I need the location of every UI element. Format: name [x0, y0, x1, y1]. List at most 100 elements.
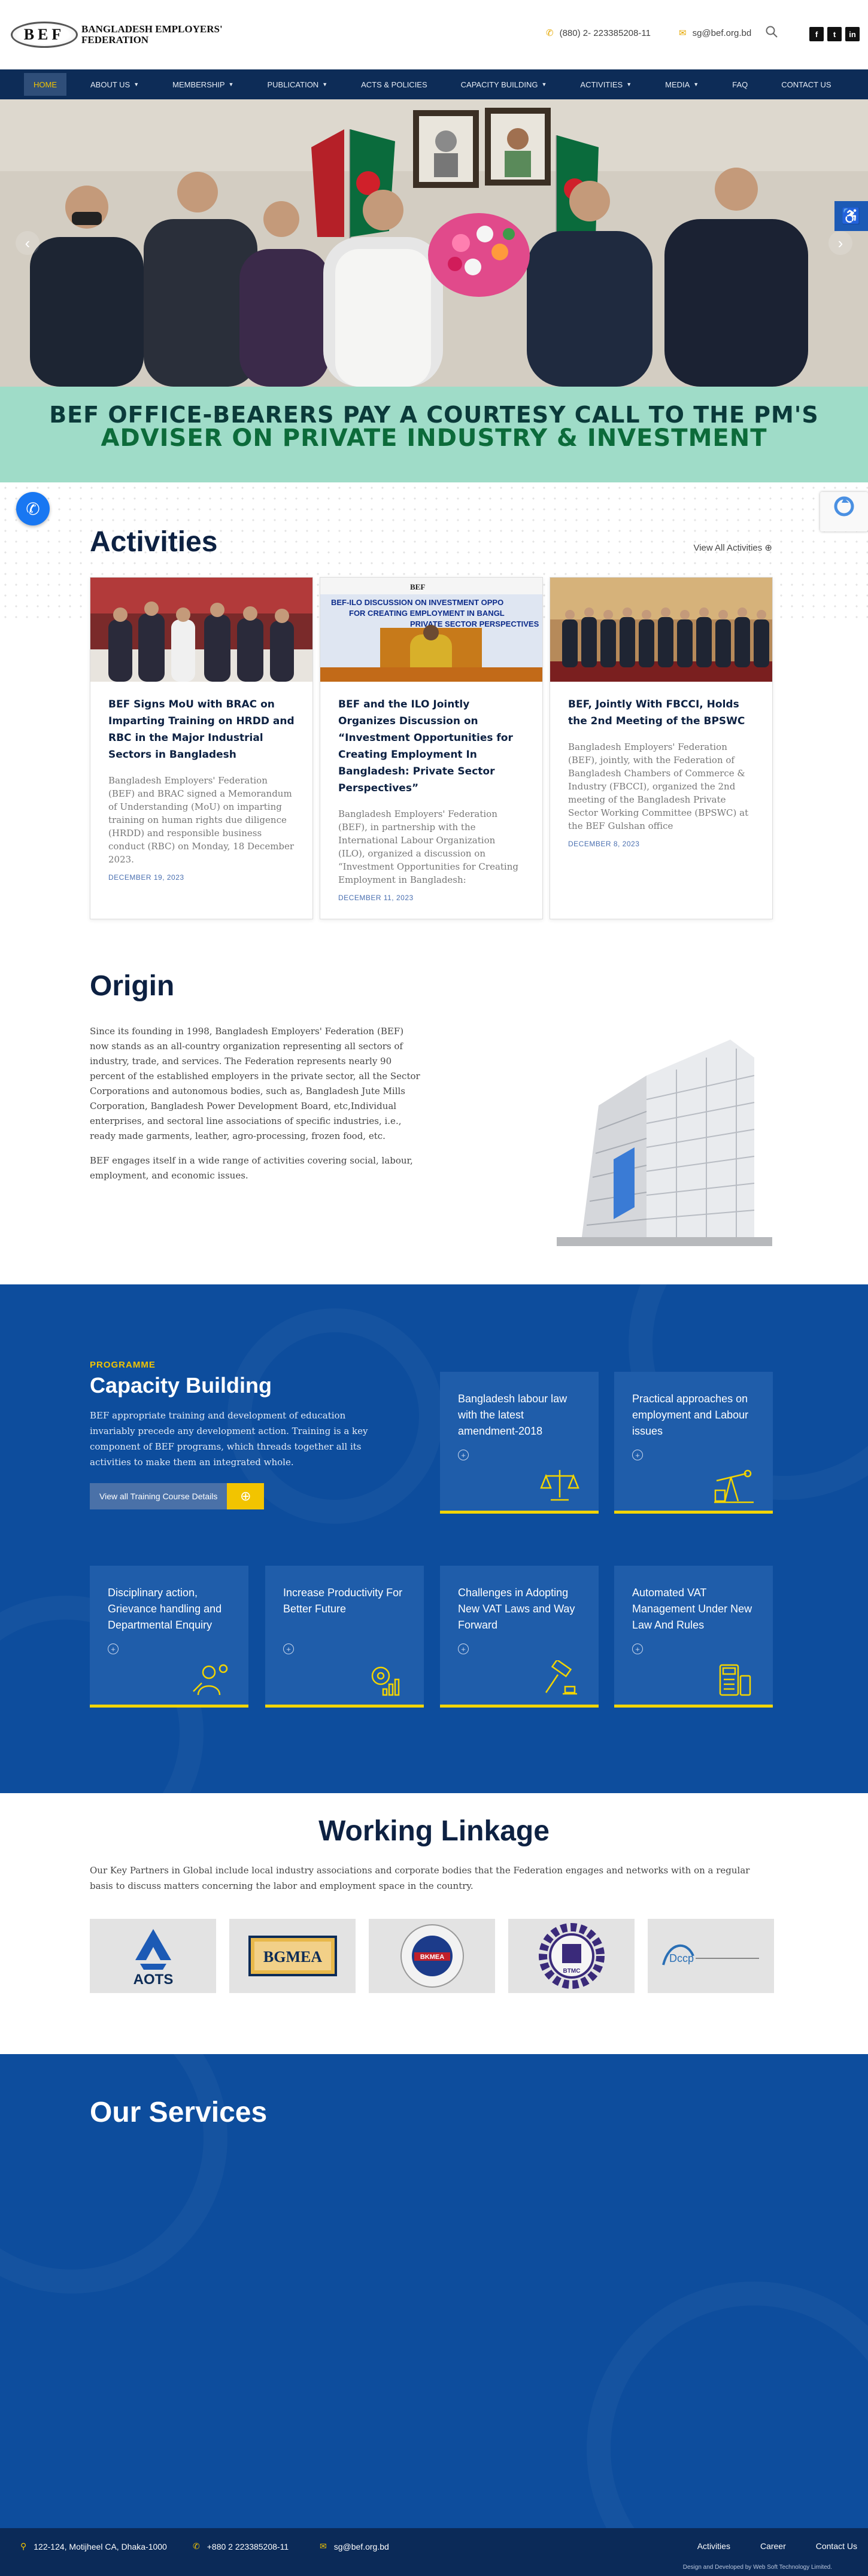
people	[30, 219, 808, 387]
nav-item-label: MEDIA	[665, 80, 690, 89]
origin-paragraph-1: Since its founding in 1998, Bangladesh E…	[90, 1026, 420, 1141]
oil-pump-icon	[714, 1469, 754, 1503]
scale-icon	[540, 1470, 579, 1501]
nav-item-activities[interactable]: ACTIVITIES ▼	[570, 73, 641, 96]
nav-item-acts-policies[interactable]: ACTS & POLICIES	[351, 73, 437, 96]
activity-card-date: DECEMBER 11, 2023	[338, 894, 414, 902]
working-linkage-title: Working Linkage	[318, 1815, 550, 1847]
svg-text:Dccp: Dccp	[669, 1952, 694, 1964]
nav-item-label: HOME	[34, 80, 57, 89]
nav-item-capacity-building[interactable]: CAPACITY BUILDING ▼	[451, 73, 557, 96]
activities-header: Activities View All Activities ⊕	[90, 525, 772, 558]
footer-link-activities[interactable]: Activities	[697, 2541, 730, 2551]
partner-logo-btmc[interactable]: BTMC	[508, 1919, 635, 1993]
view-all-activities-link[interactable]: View All Activities ⊕	[693, 542, 772, 553]
accessibility-icon[interactable]: ♿	[834, 201, 868, 231]
caret-down-icon: ▼	[541, 81, 547, 87]
messenger-icon[interactable]: ✆	[16, 492, 50, 525]
nav-item-label: ACTIVITIES	[580, 80, 623, 89]
course-card-title: Disciplinary action, Grievance handling …	[108, 1587, 222, 1631]
header-phone[interactable]: ✆ (880) 2- 223385208-11	[546, 28, 651, 39]
caret-down-icon: ▼	[133, 81, 139, 87]
phone-icon: ✆	[193, 2541, 200, 2551]
svg-text:BEF-ILO DISCUSSION ON INVESTME: BEF-ILO DISCUSSION ON INVESTMENT OPPO	[331, 598, 503, 607]
nav-item-label: MEMBERSHIP	[172, 80, 225, 89]
svg-text:BTMC: BTMC	[563, 1968, 580, 1974]
arrow-left-icon[interactable]: ‹	[16, 231, 40, 255]
nav-item-home[interactable]: HOME	[24, 73, 66, 96]
gear-decoration	[0, 2054, 227, 2294]
caret-down-icon: ▼	[322, 81, 328, 87]
activity-card-title[interactable]: BEF and the ILO Jointly Organizes Discus…	[338, 696, 524, 797]
origin-title: Origin	[90, 970, 175, 1002]
course-card[interactable]: Practical approaches on employment and L…	[614, 1372, 773, 1514]
activities-title: Activities	[90, 526, 218, 558]
course-card[interactable]: Challenges in Adopting New VAT Laws and …	[440, 1566, 599, 1708]
services-section: Our Services	[0, 2054, 868, 2528]
course-card[interactable]: Automated VAT Management Under New Law A…	[614, 1566, 773, 1708]
svg-text:AOTS: AOTS	[133, 1972, 173, 1988]
activity-card[interactable]: BEF BEF-ILO DISCUSSION ON INVESTMENT OPP…	[320, 577, 543, 919]
activity-card-title[interactable]: BEF, Jointly With FBCCI, Holds the 2nd M…	[568, 696, 754, 730]
arrow-right-icon[interactable]: ›	[828, 231, 852, 255]
footer-address-text: 122-124, Motijheel CA, Dhaka-1000	[34, 2541, 167, 2551]
footer-links: Activities Career Contact Us	[697, 2541, 857, 2551]
hero-image	[0, 99, 868, 387]
activity-card-date: DECEMBER 8, 2023	[568, 840, 640, 848]
footer-email-text: sg@bef.org.bd	[333, 2541, 389, 2551]
activity-card[interactable]: BEF Signs MoU with BRAC on Imparting Tra…	[90, 577, 313, 919]
programme-label: PROGRAMME	[90, 1360, 156, 1370]
footer-phone[interactable]: ✆ +880 2 223385208-11	[193, 2541, 289, 2551]
footer-link-career[interactable]: Career	[760, 2541, 786, 2551]
activity-card-image	[90, 578, 312, 682]
nav-item-publication[interactable]: PUBLICATION ▼	[257, 73, 337, 96]
nav-item-media[interactable]: MEDIA ▼	[655, 73, 708, 96]
hero-caption-banner: BEF OFFICE-BEARERS PAY A COURTESY CALL T…	[0, 387, 868, 482]
hero-caption-line-1: BEF OFFICE-BEARERS PAY A COURTESY CALL T…	[49, 402, 819, 428]
activity-card[interactable]: BEF, Jointly With FBCCI, Holds the 2nd M…	[550, 577, 773, 919]
header-email[interactable]: ✉ sg@bef.org.bd	[679, 28, 752, 39]
nav-item-label: PUBLICATION	[267, 80, 319, 89]
partner-logo-dccp[interactable]: Dccp	[648, 1919, 774, 1993]
plus-circle-icon: +	[632, 1450, 643, 1460]
partner-logo-aots[interactable]: AOTS	[90, 1919, 216, 1993]
logo-line-1: BANGLADESH EMPLOYERS'	[81, 23, 223, 35]
footer-phone-text: +880 2 223385208-11	[207, 2541, 289, 2551]
plus-circle-icon: +	[108, 1644, 119, 1654]
course-card[interactable]: Increase Productivity For Better Future …	[265, 1566, 424, 1708]
nav-item-membership[interactable]: MEMBERSHIP ▼	[163, 73, 243, 96]
partner-logo-bgmea[interactable]: BGMEA	[229, 1919, 356, 1993]
nav-item-faq[interactable]: FAQ	[723, 73, 757, 96]
activity-card-image	[550, 578, 772, 682]
linkedin-icon[interactable]: in	[845, 27, 860, 41]
twitter-icon[interactable]: t	[827, 27, 842, 41]
facebook-icon[interactable]: f	[809, 27, 824, 41]
nav-item-label: CONTACT US	[781, 80, 831, 89]
course-card[interactable]: Disciplinary action, Grievance handling …	[90, 1566, 248, 1708]
nav-item-about-us[interactable]: ABOUT US ▼	[81, 73, 148, 96]
site-logo[interactable]: BEF BANGLADESH EMPLOYERS' FEDERATION	[11, 22, 223, 48]
nav-item-label: ACTS & POLICIES	[361, 80, 427, 89]
course-card[interactable]: Bangladesh labour law with the latest am…	[440, 1372, 599, 1514]
search-icon[interactable]	[765, 25, 778, 38]
plus-circle-icon: +	[458, 1644, 469, 1654]
phone-icon: ✆	[546, 28, 554, 38]
nav-item-contact-us[interactable]: CONTACT US	[772, 73, 840, 96]
building-image	[557, 1034, 772, 1246]
nav-item-label: FAQ	[732, 80, 748, 89]
hero-caption-line-2: ADVISER ON PRIVATE INDUSTRY & INVESTMENT	[101, 424, 767, 452]
view-training-courses-button[interactable]: View all Training Course Details ⊕	[90, 1483, 265, 1509]
course-card-title: Automated VAT Management Under New Law A…	[632, 1587, 752, 1631]
activity-card-title[interactable]: BEF Signs MoU with BRAC on Imparting Tra…	[108, 696, 295, 763]
header-email-text: sg@bef.org.bd	[692, 28, 752, 38]
hammer-icon	[545, 1660, 577, 1695]
svg-text:BEF: BEF	[410, 582, 425, 591]
course-card-title: Increase Productivity For Better Future	[283, 1587, 403, 1615]
person-tools-icon	[193, 1664, 228, 1696]
circle-arrow-icon: ⊕	[227, 1483, 265, 1509]
footer-link-contact[interactable]: Contact Us	[816, 2541, 857, 2551]
logo-line-2: FEDERATION	[81, 34, 149, 45]
partner-logo-bkmea[interactable]: BKMEA	[369, 1919, 495, 1993]
nav-list: HOME ABOUT US ▼ MEMBERSHIP ▼ PUBLICATION ▼ ACTS…	[24, 69, 841, 99]
footer-email[interactable]: ✉ sg@bef.org.bd	[320, 2541, 389, 2551]
